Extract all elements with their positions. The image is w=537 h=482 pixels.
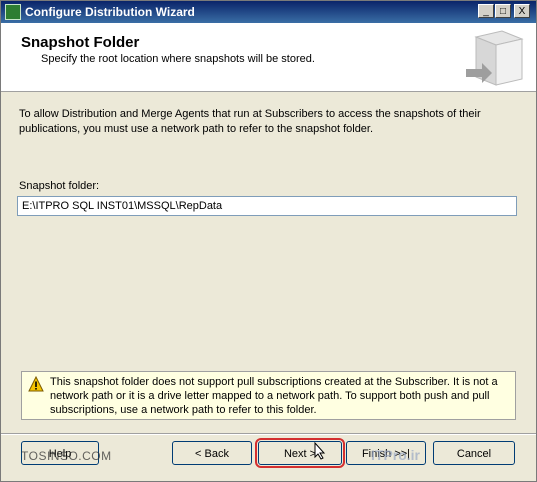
wizard-header: Snapshot Folder Specify the root locatio… (1, 23, 536, 92)
snapshot-folder-label: Snapshot folder: (19, 180, 100, 192)
snapshot-folder-input[interactable] (17, 196, 517, 216)
footer-divider (1, 433, 536, 435)
window-title: Configure Distribution Wizard (25, 5, 195, 19)
title-bar[interactable]: Configure Distribution Wizard _ □ X (1, 1, 536, 23)
close-button[interactable]: X (514, 4, 530, 18)
warning-box: This snapshot folder does not support pu… (21, 371, 516, 420)
wizard-content: To allow Distribution and Merge Agents t… (1, 92, 536, 432)
wizard-app-icon (5, 4, 21, 20)
page-title: Snapshot Folder (21, 34, 140, 51)
wizard-window: Configure Distribution Wizard _ □ X Snap… (0, 0, 537, 482)
intro-text: To allow Distribution and Merge Agents t… (19, 108, 481, 135)
finish-button[interactable]: Finish >>| (346, 441, 426, 465)
next-button[interactable]: Next > (255, 438, 345, 468)
warning-text: This snapshot folder does not support pu… (50, 376, 498, 416)
server-arrow-icon (466, 30, 524, 86)
warning-triangle-icon (28, 376, 44, 392)
cancel-button[interactable]: Cancel (433, 441, 515, 465)
back-button[interactable]: < Back (172, 441, 252, 465)
page-subtitle: Specify the root location where snapshot… (41, 53, 315, 65)
maximize-button[interactable]: □ (495, 4, 511, 18)
mouse-pointer-icon (314, 442, 326, 460)
help-button[interactable]: Help (21, 441, 99, 465)
minimize-button[interactable]: _ (478, 4, 494, 18)
